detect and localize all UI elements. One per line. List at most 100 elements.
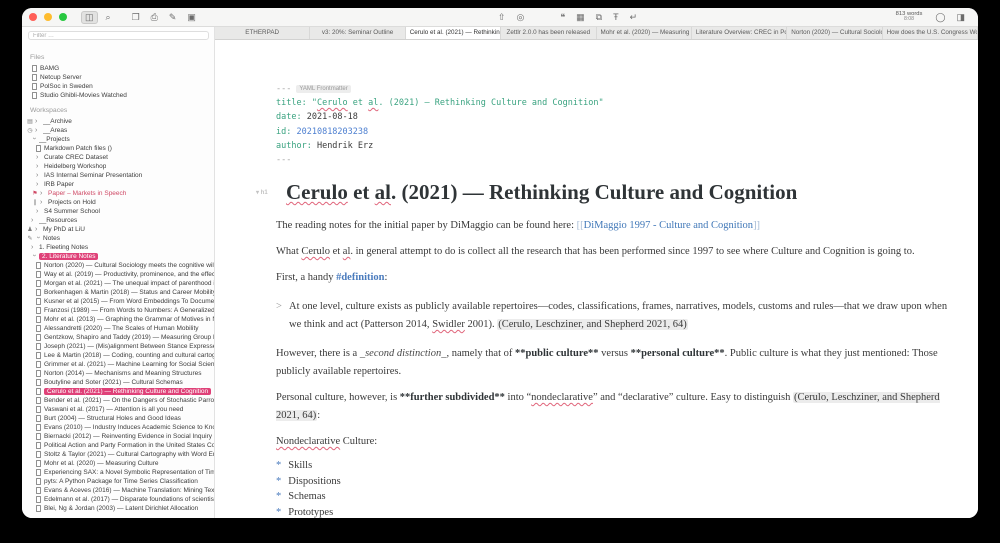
file-label: Studio Ghibli-Movies Watched (40, 92, 127, 99)
document-icon (32, 74, 37, 81)
heading-collapse-icon[interactable]: ▾ h1 (256, 189, 268, 196)
file-item[interactable]: pyts: A Python Package for Time Series C… (22, 477, 214, 486)
pomodoro-icon[interactable]: ◯ (932, 11, 948, 24)
tree-item[interactable]: ◷›__Areas (22, 126, 214, 135)
insert-image-icon[interactable]: ▦ (573, 11, 588, 24)
zoom-window-button[interactable] (59, 13, 67, 21)
trash-icon[interactable]: ▣ (184, 11, 199, 24)
tree-item[interactable]: ›IAS Internal Seminar Presentation (22, 171, 214, 180)
file-item[interactable]: Norton (2014) — Mechanisms and Meaning S… (22, 369, 214, 378)
file-item[interactable]: Mohr et al. (2013) — Graphing the Gramma… (22, 315, 214, 324)
text-segment: Skills (288, 460, 312, 471)
search-icon[interactable]: ⌕ (103, 11, 114, 24)
file-item[interactable]: BAMG (22, 64, 214, 73)
tree-item[interactable]: ›Curate CREC Dataset (22, 153, 214, 162)
file-item[interactable]: Blei, Ng & Jordan (2003) — Latent Dirich… (22, 504, 214, 513)
tree-item[interactable]: ✎›Notes (22, 234, 214, 243)
directory-label: Heidelberg Workshop (44, 163, 106, 170)
file-item[interactable]: Morgan et al. (2021) — The unequal impac… (22, 279, 214, 288)
file-item[interactable]: Stoltz & Taylor (2021) — Cultural Cartog… (22, 450, 214, 459)
file-label: Edelmann et al. (2017) — Disparate found… (44, 496, 214, 503)
document-tab[interactable]: How does the U.S. Congress Work? (883, 27, 978, 39)
document-tab[interactable]: v3: 20%: Seminar Outline (310, 27, 405, 39)
filter-input[interactable] (28, 31, 209, 40)
toolbar-left-icons: ◫⌕ (81, 11, 114, 24)
file-item[interactable]: Franzosi (1989) — From Words to Numbers:… (22, 306, 214, 315)
frontmatter-open-dashes: --- (276, 84, 291, 94)
tree-item[interactable]: ›__Projects (22, 135, 214, 144)
tree-item[interactable]: ⚑›Paper – Markets in Speech (22, 189, 214, 198)
chevron-right-icon: › (40, 189, 46, 198)
tree-item[interactable]: ∥›Projects on Hold (22, 198, 214, 207)
document-tab[interactable]: Norton (2020) — Cultural Sociology in (787, 27, 882, 39)
tree-item[interactable]: ›Heidelberg Workshop (22, 162, 214, 171)
document-tab[interactable]: Literature Overview: CREC in Political I (692, 27, 787, 39)
file-item[interactable]: PolSoc in Sweden (22, 82, 214, 91)
file-item[interactable]: Evans & Aceves (2016) — Machine Translat… (22, 486, 214, 495)
file-item[interactable]: Alessandretti (2020) — The Scales of Hum… (22, 324, 214, 333)
document-icon (32, 65, 37, 72)
file-item[interactable]: Burt (2004) — Structural Holes and Good … (22, 414, 214, 423)
toolbar-format-icons: ❝ ▦ ⧉ Ŧ ↵ (557, 11, 640, 24)
insert-link-icon[interactable]: ⧉ (593, 11, 605, 24)
document-tab[interactable]: Cerulo et al. (2021) — Rethinking Cult… (406, 27, 501, 39)
chevron-down-icon: › (34, 236, 43, 242)
document-icon (36, 397, 41, 404)
file-item[interactable]: Biernacki (2012) — Reinventing Evidence … (22, 432, 214, 441)
text-segment: Cerulo (301, 246, 330, 257)
file-label: Experiencing SAX: a Novel Symbolic Repre… (44, 469, 214, 476)
tree-item[interactable]: ›IRB Paper (22, 180, 214, 189)
text-format-icon[interactable]: Ŧ (610, 11, 622, 24)
close-window-button[interactable] (29, 13, 37, 21)
file-item[interactable]: Norton (2020) — Cultural Sociology meets… (22, 261, 214, 270)
file-label: Burt (2004) — Structural Holes and Good … (44, 415, 181, 422)
export-icon[interactable]: ⇧ (495, 11, 509, 24)
wikilink[interactable]: DiMaggio 1997 - Culture and Cognition (584, 220, 753, 231)
document-tab[interactable]: ETHERPAD (215, 27, 310, 39)
open-folder-icon[interactable]: ❐ (129, 11, 143, 24)
file-item[interactable]: Gentzkow, Shapiro and Taddy (2019) — Mea… (22, 333, 214, 342)
file-manager-toggle-icon[interactable]: ◫ (81, 11, 98, 24)
word-count-sub: 8:08 (896, 17, 923, 23)
file-item[interactable]: Markdown Patch files () (22, 144, 214, 153)
file-item[interactable]: Grimmer et al. (2021) — Machine Learning… (22, 360, 214, 369)
file-item[interactable]: Boutyline and Soter (2021) — Cultural Sc… (22, 378, 214, 387)
file-item[interactable]: Bender et al. (2021) — On the Dangers of… (22, 396, 214, 405)
preview-icon[interactable]: ◎ (513, 11, 527, 24)
document-tab[interactable]: Mohr et al. (2020) — Measuring Cultu (597, 27, 692, 39)
file-item[interactable]: Kusner et al (2015) — From Word Embeddin… (22, 297, 214, 306)
file-item[interactable]: Way et al. (2019) — Productivity, promin… (22, 270, 214, 279)
save-icon[interactable]: ⎙ (148, 11, 161, 24)
file-item[interactable]: Studio Ghibli-Movies Watched (22, 91, 214, 100)
file-item[interactable]: Joseph (2021) — (Mis)alignment Between S… (22, 342, 214, 351)
tree-item[interactable]: ›2. Literature Notes (22, 252, 214, 261)
minimize-window-button[interactable] (44, 13, 52, 21)
file-item[interactable]: Edelmann et al. (2017) — Disparate found… (22, 495, 214, 504)
sidebar-toggle-icon[interactable]: ◨ (953, 11, 968, 24)
document-tab[interactable]: Zettlr 2.0.0 has been released (501, 27, 596, 39)
file-item[interactable]: Cerulo et al. (2021) — Rethinking Cultur… (22, 387, 214, 396)
file-item[interactable]: Lee & Martin (2018) — Coding, counting a… (22, 351, 214, 360)
file-item[interactable]: Experiencing SAX: a Novel Symbolic Repre… (22, 468, 214, 477)
text-segment: First, a handy (276, 272, 336, 283)
tree-item[interactable]: ›1. Fleeting Notes (22, 243, 214, 252)
edit-pen-icon[interactable]: ✎ (166, 11, 180, 24)
file-item[interactable]: Borkenhagen & Martin (2018) — Status and… (22, 288, 214, 297)
file-item[interactable]: Vaswani et al. (2017) — Attention is all… (22, 405, 214, 414)
file-item[interactable]: Evans (2010) — Industry Induces Academic… (22, 423, 214, 432)
tree-item[interactable]: ›__Resources (22, 216, 214, 225)
hashtag[interactable]: #definition (336, 272, 384, 283)
file-item[interactable]: Political Action and Party Formation in … (22, 441, 214, 450)
tree-item[interactable]: ♟›My PhD at LiU (22, 225, 214, 234)
file-item[interactable]: Netcup Server (22, 73, 214, 82)
main-column: ETHERPADv3: 20%: Seminar OutlineCerulo e… (215, 27, 978, 518)
tree-item[interactable]: ›S4 Summer School (22, 207, 214, 216)
insert-footnote-icon[interactable]: ↵ (627, 11, 641, 24)
document-tabbar: ETHERPADv3: 20%: Seminar OutlineCerulo e… (215, 27, 978, 40)
markdown-editor[interactable]: ---YAML Frontmatter title: "Cerulo et al… (215, 40, 978, 518)
comment-icon[interactable]: ❝ (557, 11, 568, 24)
text-segment: 2001). (465, 319, 497, 330)
file-item[interactable]: Mohr et al. (2020) — Measuring Culture (22, 459, 214, 468)
text-segment: nondeclarative (531, 392, 593, 403)
tree-item[interactable]: ▤›__Archive (22, 117, 214, 126)
